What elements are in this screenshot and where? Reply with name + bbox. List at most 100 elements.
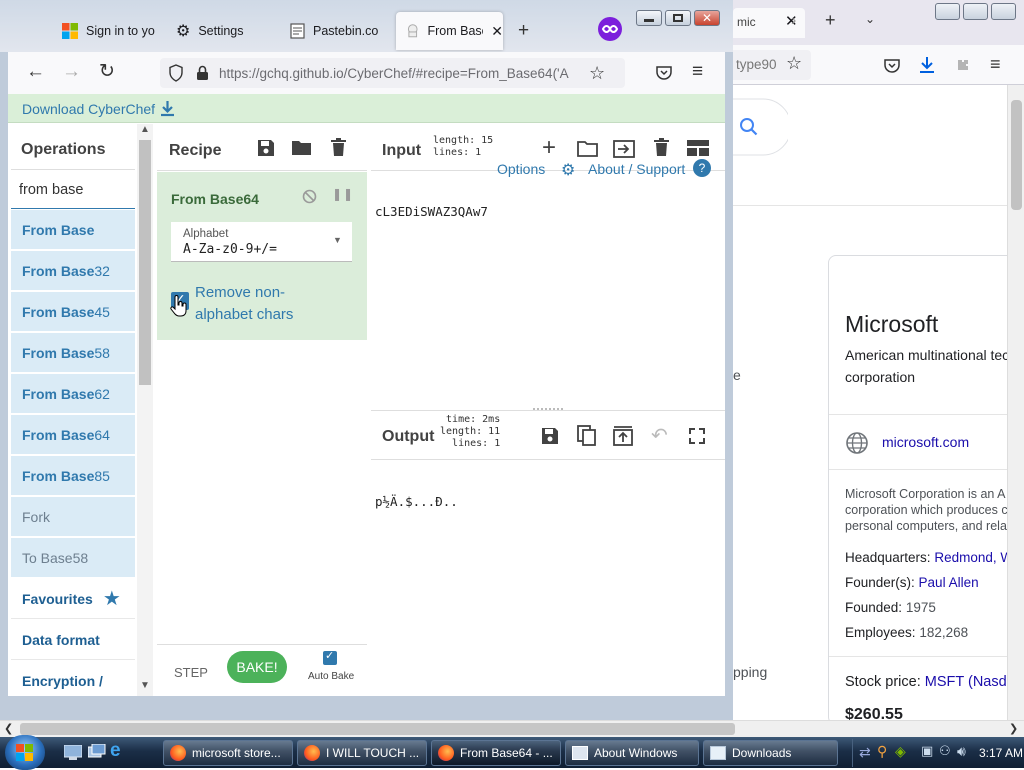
op-result[interactable]: From Base bbox=[11, 210, 135, 250]
alphabet-select[interactable]: Alphabet A-Za-z0-9+/= ▼ bbox=[171, 222, 352, 262]
show-desktop-icon[interactable] bbox=[64, 745, 82, 760]
category-data-format[interactable]: Data format bbox=[11, 620, 135, 660]
kp-website-link[interactable]: microsoft.com bbox=[882, 434, 969, 450]
taskbar-item-firefox-touch[interactable]: I WILL TOUCH ... bbox=[297, 740, 427, 766]
minimize-button[interactable] bbox=[636, 10, 662, 26]
new-tab-icon[interactable]: + bbox=[518, 20, 529, 42]
clock[interactable]: 3:17 AM bbox=[979, 746, 1023, 760]
folder-icon[interactable] bbox=[291, 140, 312, 156]
back-arrow-icon[interactable]: ← bbox=[26, 61, 45, 83]
close-button[interactable] bbox=[991, 3, 1016, 20]
category-favourites[interactable]: Favourites ★ bbox=[11, 579, 135, 619]
open-file-icon[interactable] bbox=[613, 140, 635, 158]
close-tab-icon[interactable]: ✕ bbox=[491, 23, 503, 40]
input-textarea[interactable]: cL3EDiSWAZ3QAw7 bbox=[375, 204, 488, 219]
volume-icon[interactable]: 🔊︎ bbox=[957, 743, 966, 760]
taskbar-item-about-windows[interactable]: About Windows bbox=[565, 740, 699, 766]
pause-icon[interactable]: ❚❚ bbox=[332, 187, 354, 201]
switch-windows-icon[interactable] bbox=[88, 744, 106, 761]
op-result[interactable]: From Base 85 bbox=[11, 456, 135, 496]
step-button[interactable]: STEP bbox=[174, 665, 208, 680]
output-textarea[interactable]: p½Ä.$...Ð.. bbox=[375, 494, 458, 509]
open-folder-icon[interactable] bbox=[577, 141, 598, 157]
disable-icon[interactable] bbox=[302, 189, 317, 204]
options-link[interactable]: Options bbox=[497, 161, 545, 177]
kp-fact-link[interactable]: Redmond, W bbox=[934, 550, 1013, 565]
kp-fact-link[interactable]: Paul Allen bbox=[919, 575, 979, 590]
forward-arrow-icon[interactable]: → bbox=[62, 61, 81, 83]
tab-pastebin[interactable]: Pastebin.co bbox=[280, 12, 392, 50]
replace-input-icon[interactable] bbox=[613, 426, 633, 446]
bookmark-star-icon[interactable]: ☆ bbox=[786, 53, 802, 74]
operations-search-input[interactable]: from base bbox=[11, 171, 135, 209]
ie-icon[interactable]: e bbox=[110, 740, 121, 762]
gear-icon[interactable]: ⚙ bbox=[561, 160, 575, 180]
reload-icon[interactable]: ↻ bbox=[99, 60, 115, 83]
network-icon[interactable]: ⇄ bbox=[859, 744, 871, 761]
about-support-link[interactable]: About / Support bbox=[588, 161, 685, 177]
search-tray-icon[interactable]: ⚲ bbox=[877, 743, 887, 760]
tab-cyberchef[interactable]: From Base ✕ bbox=[396, 12, 503, 50]
input-area-lower[interactable] bbox=[371, 372, 725, 410]
download-cyberchef-link[interactable]: Download CyberChef bbox=[22, 101, 155, 117]
taskbar-item-firefox-store[interactable]: microsoft store... bbox=[163, 740, 293, 766]
pocket-icon[interactable] bbox=[655, 64, 673, 82]
pocket-icon[interactable] bbox=[883, 56, 901, 74]
display-icon[interactable]: ▣ bbox=[921, 743, 933, 759]
op-result[interactable]: From Base 58 bbox=[11, 333, 135, 373]
scrollbar-thumb[interactable] bbox=[20, 723, 735, 735]
chevron-right-icon[interactable]: › bbox=[791, 12, 796, 30]
download-icon[interactable] bbox=[160, 100, 175, 117]
copy-icon[interactable] bbox=[577, 425, 597, 447]
layout-icon[interactable] bbox=[687, 140, 709, 156]
scrollbar-thumb[interactable] bbox=[139, 140, 151, 385]
op-result[interactable]: From Base 64 bbox=[11, 415, 135, 455]
op-result[interactable]: From Base 62 bbox=[11, 374, 135, 414]
chevron-down-icon[interactable]: ⌄ bbox=[865, 12, 875, 26]
auto-bake-checkbox[interactable]: ✓ bbox=[323, 650, 337, 665]
scroll-down-icon[interactable]: ▼ bbox=[140, 680, 150, 691]
downloads-icon[interactable] bbox=[918, 55, 936, 75]
op-result[interactable]: From Base 45 bbox=[11, 292, 135, 332]
maximize-button[interactable] bbox=[665, 10, 691, 26]
op-result[interactable]: To Base58 bbox=[11, 538, 135, 578]
taskbar-item-cyberchef[interactable]: From Base64 - ... bbox=[431, 740, 561, 766]
bg-url-bar[interactable]: type90 ☆ bbox=[733, 50, 811, 80]
bake-button[interactable]: BAKE! bbox=[227, 651, 287, 683]
category-encryption[interactable]: Encryption / bbox=[11, 661, 135, 696]
maximize-output-icon[interactable] bbox=[689, 428, 705, 444]
clear-input-icon[interactable] bbox=[654, 138, 669, 156]
vertical-scrollbar[interactable] bbox=[1007, 85, 1024, 720]
bookmark-star-icon[interactable]: ☆ bbox=[589, 63, 605, 84]
minimize-button[interactable] bbox=[935, 3, 960, 20]
url-bar[interactable]: https://gchq.github.io/CyberChef/#recipe… bbox=[160, 58, 625, 88]
tab-settings[interactable]: ⚙ Settings bbox=[166, 12, 278, 50]
scroll-right-icon[interactable]: ❯ bbox=[1009, 722, 1018, 735]
scroll-up-icon[interactable]: ▲ bbox=[140, 124, 150, 135]
connection-icon[interactable]: ⚇ bbox=[939, 743, 951, 759]
add-input-icon[interactable]: + bbox=[542, 134, 556, 162]
shield-tray-icon[interactable]: ◈ bbox=[895, 743, 906, 760]
new-tab-icon[interactable]: + bbox=[825, 10, 836, 31]
scrollbar-thumb[interactable] bbox=[1011, 100, 1022, 210]
scroll-left-icon[interactable]: ❮ bbox=[4, 722, 13, 735]
start-button[interactable] bbox=[5, 735, 45, 770]
taskbar-item-downloads[interactable]: Downloads bbox=[703, 740, 838, 766]
close-button[interactable]: ✕ bbox=[694, 10, 720, 26]
op-result[interactable]: From Base 32 bbox=[11, 251, 135, 291]
hamburger-menu-icon[interactable]: ≡ bbox=[990, 54, 1001, 75]
maximize-button[interactable] bbox=[963, 3, 988, 20]
trash-icon[interactable] bbox=[331, 138, 346, 156]
help-icon[interactable]: ? bbox=[693, 159, 711, 177]
hamburger-menu-icon[interactable]: ≡ bbox=[692, 61, 703, 83]
operations-scrollbar[interactable]: ▲ ▼ bbox=[137, 124, 153, 696]
save-output-icon[interactable] bbox=[541, 427, 559, 445]
extensions-icon[interactable] bbox=[954, 56, 972, 74]
kp-stock-link[interactable]: MSFT (Nasda bbox=[925, 674, 1015, 690]
remove-non-alphabet-label[interactable]: Remove non- alphabet chars bbox=[195, 282, 293, 326]
save-icon[interactable] bbox=[257, 139, 275, 157]
op-result[interactable]: Fork bbox=[11, 497, 135, 537]
undo-icon[interactable]: ↶ bbox=[651, 423, 668, 448]
tab-sign-in[interactable]: Sign in to yo bbox=[52, 12, 162, 50]
horizontal-scrollbar[interactable]: ❮ ❯ bbox=[0, 720, 1024, 737]
